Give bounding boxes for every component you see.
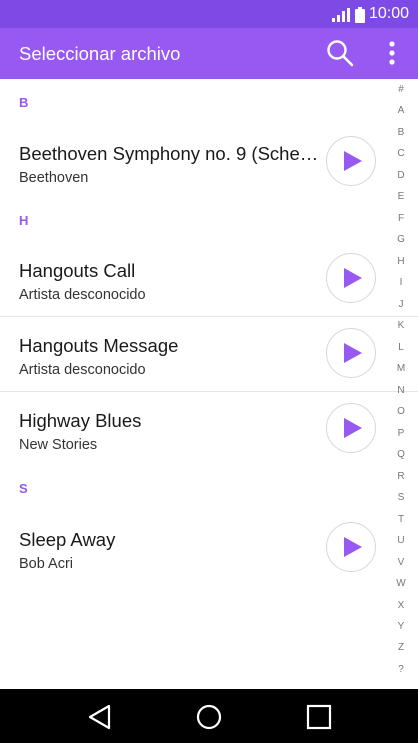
song-artist: Bob Acri xyxy=(19,556,73,572)
index-letter[interactable]: H xyxy=(390,256,412,267)
index-letter[interactable]: W xyxy=(390,578,412,589)
index-letter[interactable]: F xyxy=(390,213,412,224)
index-letter[interactable]: I xyxy=(390,277,412,288)
song-artist: Artista desconocido xyxy=(19,362,146,378)
back-icon[interactable] xyxy=(86,703,114,731)
index-letter[interactable]: M xyxy=(390,363,412,374)
index-letter[interactable]: G xyxy=(390,234,412,245)
index-letter[interactable]: Q xyxy=(390,449,412,460)
section-header-h: H xyxy=(19,213,29,228)
index-letter[interactable]: C xyxy=(390,148,412,159)
navigation-bar xyxy=(0,689,418,743)
song-row[interactable]: Beethoven Symphony no. 9 (Scherzo) Beeth… xyxy=(0,125,390,200)
alphabet-index[interactable]: # A B C D E F G H I J K L M N O P Q R S T U V W X Y Z? xyxy=(390,84,412,684)
index-letter[interactable]: S xyxy=(390,492,412,503)
index-letter[interactable]: L xyxy=(390,342,412,353)
play-icon xyxy=(344,537,362,557)
play-button[interactable] xyxy=(326,328,376,378)
recents-icon[interactable] xyxy=(305,703,333,731)
index-letter[interactable]: D xyxy=(390,170,412,181)
index-letter[interactable]: A xyxy=(390,105,412,116)
app-bar: Seleccionar archivo xyxy=(0,28,418,79)
index-letter[interactable]: # xyxy=(390,84,412,95)
index-letter[interactable]: T xyxy=(390,514,412,525)
song-title: Sleep Away xyxy=(19,529,116,550)
index-letter[interactable]: O xyxy=(390,406,412,417)
index-letter[interactable]: J xyxy=(390,299,412,310)
more-vert-icon[interactable] xyxy=(380,39,404,67)
search-icon[interactable] xyxy=(326,39,354,67)
song-title: Hangouts Message xyxy=(19,335,179,356)
song-row[interactable]: Hangouts Call Artista desconocido xyxy=(0,242,390,317)
section-header-b: B xyxy=(19,95,29,110)
song-title: Beethoven Symphony no. 9 (Scherzo) xyxy=(19,143,324,164)
index-letter[interactable]: P xyxy=(390,428,412,439)
index-letter[interactable]: Y xyxy=(390,621,412,632)
song-artist: Artista desconocido xyxy=(19,287,146,303)
song-title: Highway Blues xyxy=(19,410,142,431)
index-letter[interactable]: Z xyxy=(390,642,412,653)
song-row[interactable]: Hangouts Message Artista desconocido xyxy=(0,317,390,392)
play-button[interactable] xyxy=(326,253,376,303)
section-header-s: S xyxy=(19,481,28,496)
play-icon xyxy=(344,418,362,438)
battery-icon xyxy=(355,7,365,23)
index-letter[interactable]: R xyxy=(390,471,412,482)
index-letter[interactable]: E xyxy=(390,191,412,202)
song-artist: New Stories xyxy=(19,437,98,453)
index-letter[interactable]: K xyxy=(390,320,412,331)
status-bar: 10:00 xyxy=(0,0,418,28)
index-letter[interactable]: N xyxy=(390,385,412,396)
play-button[interactable] xyxy=(326,136,376,186)
play-icon xyxy=(344,343,362,363)
play-button[interactable] xyxy=(326,522,376,572)
index-letter[interactable]: B xyxy=(390,127,412,138)
home-icon[interactable] xyxy=(195,703,223,731)
song-row[interactable]: Highway Blues New Stories xyxy=(0,392,390,467)
play-icon xyxy=(344,268,362,288)
index-letter[interactable]: X xyxy=(390,600,412,611)
index-letter[interactable]: V xyxy=(390,557,412,568)
index-letter[interactable]: U xyxy=(390,535,412,546)
status-time: 10:00 xyxy=(369,5,410,22)
song-row[interactable]: Sleep Away Bob Acri xyxy=(0,511,390,586)
play-icon xyxy=(344,151,362,171)
signal-icon xyxy=(332,8,350,22)
play-button[interactable] xyxy=(326,403,376,453)
song-artist: Beethoven xyxy=(19,170,89,186)
song-title: Hangouts Call xyxy=(19,260,136,281)
index-letter[interactable]: ? xyxy=(390,664,412,675)
page-title: Seleccionar archivo xyxy=(19,43,181,64)
